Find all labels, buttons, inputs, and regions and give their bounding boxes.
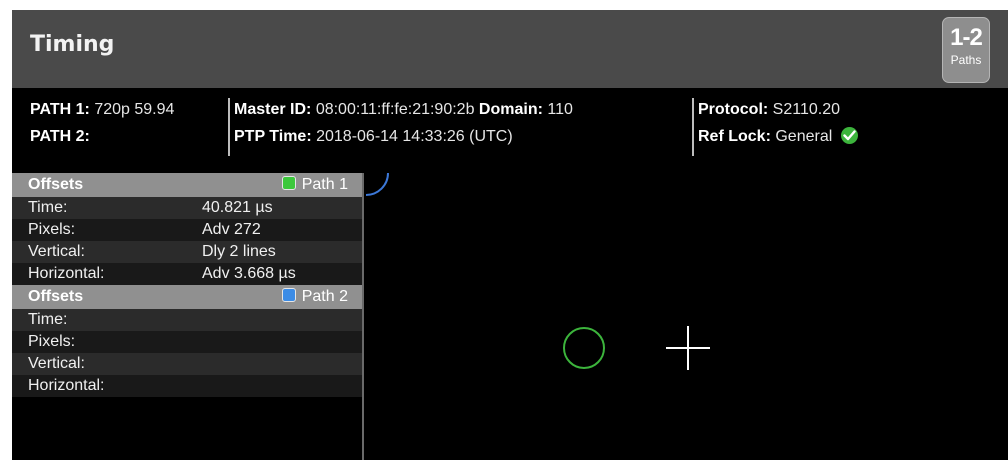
table-row: Horizontal: bbox=[12, 375, 362, 397]
ref-lock-value: General bbox=[775, 128, 833, 145]
offsets-title: Offsets bbox=[28, 288, 84, 305]
paths-badge-number: 1-2 bbox=[950, 24, 983, 51]
master-id-label: Master ID: bbox=[234, 101, 312, 118]
row-label: Horizontal: bbox=[28, 265, 105, 282]
ref-lock-label: Ref Lock: bbox=[698, 128, 771, 145]
table-row: Time: 40.821 µs bbox=[12, 197, 362, 219]
offsets-header-path1: Offsets Path 1 bbox=[12, 173, 362, 197]
table-row: Vertical: bbox=[12, 353, 362, 375]
table-row: Time: bbox=[12, 309, 362, 331]
timing-window: Timing 1-2 Paths PATH 1: 720p 59.94 PATH… bbox=[12, 10, 1008, 460]
path2-swatch bbox=[281, 288, 296, 302]
offsets-panel: Offsets Path 1 Time: 40.821 µs Pixels: Adv… bbox=[12, 173, 362, 460]
protocol-label: Protocol: bbox=[698, 101, 769, 118]
path1-label: PATH 1: bbox=[30, 101, 90, 118]
path1-legend-label: Path 1 bbox=[301, 176, 348, 193]
row-value: Adv 3.668 µs bbox=[202, 265, 296, 282]
table-row: Vertical: Dly 2 lines bbox=[12, 241, 362, 263]
check-icon bbox=[840, 127, 858, 144]
title-bar: Timing 1-2 Paths bbox=[12, 10, 1008, 88]
row-value: 40.821 µs bbox=[202, 199, 273, 216]
timing-display bbox=[362, 172, 1008, 460]
row-label: Time: bbox=[28, 199, 68, 216]
row-label: Vertical: bbox=[28, 243, 85, 260]
row-value: Dly 2 lines bbox=[202, 243, 276, 260]
path2-legend-label: Path 2 bbox=[301, 288, 348, 305]
row-label: Pixels: bbox=[28, 333, 76, 350]
row-value: Adv 272 bbox=[202, 221, 261, 238]
path1-position-circle bbox=[563, 327, 605, 369]
ptp-time-label: PTP Time: bbox=[234, 128, 312, 145]
row-label: Vertical: bbox=[28, 355, 85, 372]
protocol-info-column: Protocol: S2110.20 Ref Lock: General bbox=[692, 98, 998, 156]
path2-label: PATH 2: bbox=[30, 128, 90, 145]
path2-arc-marker bbox=[365, 172, 389, 196]
path-info-column: PATH 1: 720p 59.94 PATH 2: bbox=[30, 98, 220, 156]
table-row: Horizontal: Adv 3.668 µs bbox=[12, 263, 362, 285]
paths-badge-label: Paths bbox=[950, 53, 982, 67]
protocol-value: S2110.20 bbox=[772, 101, 840, 118]
domain-label: Domain: bbox=[478, 101, 543, 118]
path2-legend: Path 2 bbox=[281, 285, 348, 309]
path1-legend: Path 1 bbox=[281, 173, 348, 197]
timing-display-svg bbox=[365, 172, 710, 370]
row-label: Pixels: bbox=[28, 221, 76, 238]
master-id-value: 08:00:11:ff:fe:21:90:2b bbox=[315, 101, 475, 118]
ptp-time-value: 2018-06-14 14:33:26 (UTC) bbox=[316, 128, 513, 145]
table-row: Pixels: bbox=[12, 331, 362, 353]
row-label: Time: bbox=[28, 311, 68, 328]
offsets-header-path2: Offsets Path 2 bbox=[12, 285, 362, 309]
paths-toggle-button[interactable]: 1-2 Paths bbox=[942, 17, 990, 83]
table-row: Pixels: Adv 272 bbox=[12, 219, 362, 241]
page-title: Timing bbox=[30, 32, 115, 57]
path1-swatch bbox=[281, 176, 296, 190]
path1-format: 720p 59.94 bbox=[94, 101, 175, 118]
status-info-bar: PATH 1: 720p 59.94 PATH 2: Master ID: 08… bbox=[12, 88, 1008, 168]
row-label: Horizontal: bbox=[28, 377, 105, 394]
offsets-title: Offsets bbox=[28, 176, 84, 193]
domain-value: 110 bbox=[547, 101, 573, 118]
ptp-info-column: Master ID: 08:00:11:ff:fe:21:90:2b Domai… bbox=[228, 98, 690, 156]
